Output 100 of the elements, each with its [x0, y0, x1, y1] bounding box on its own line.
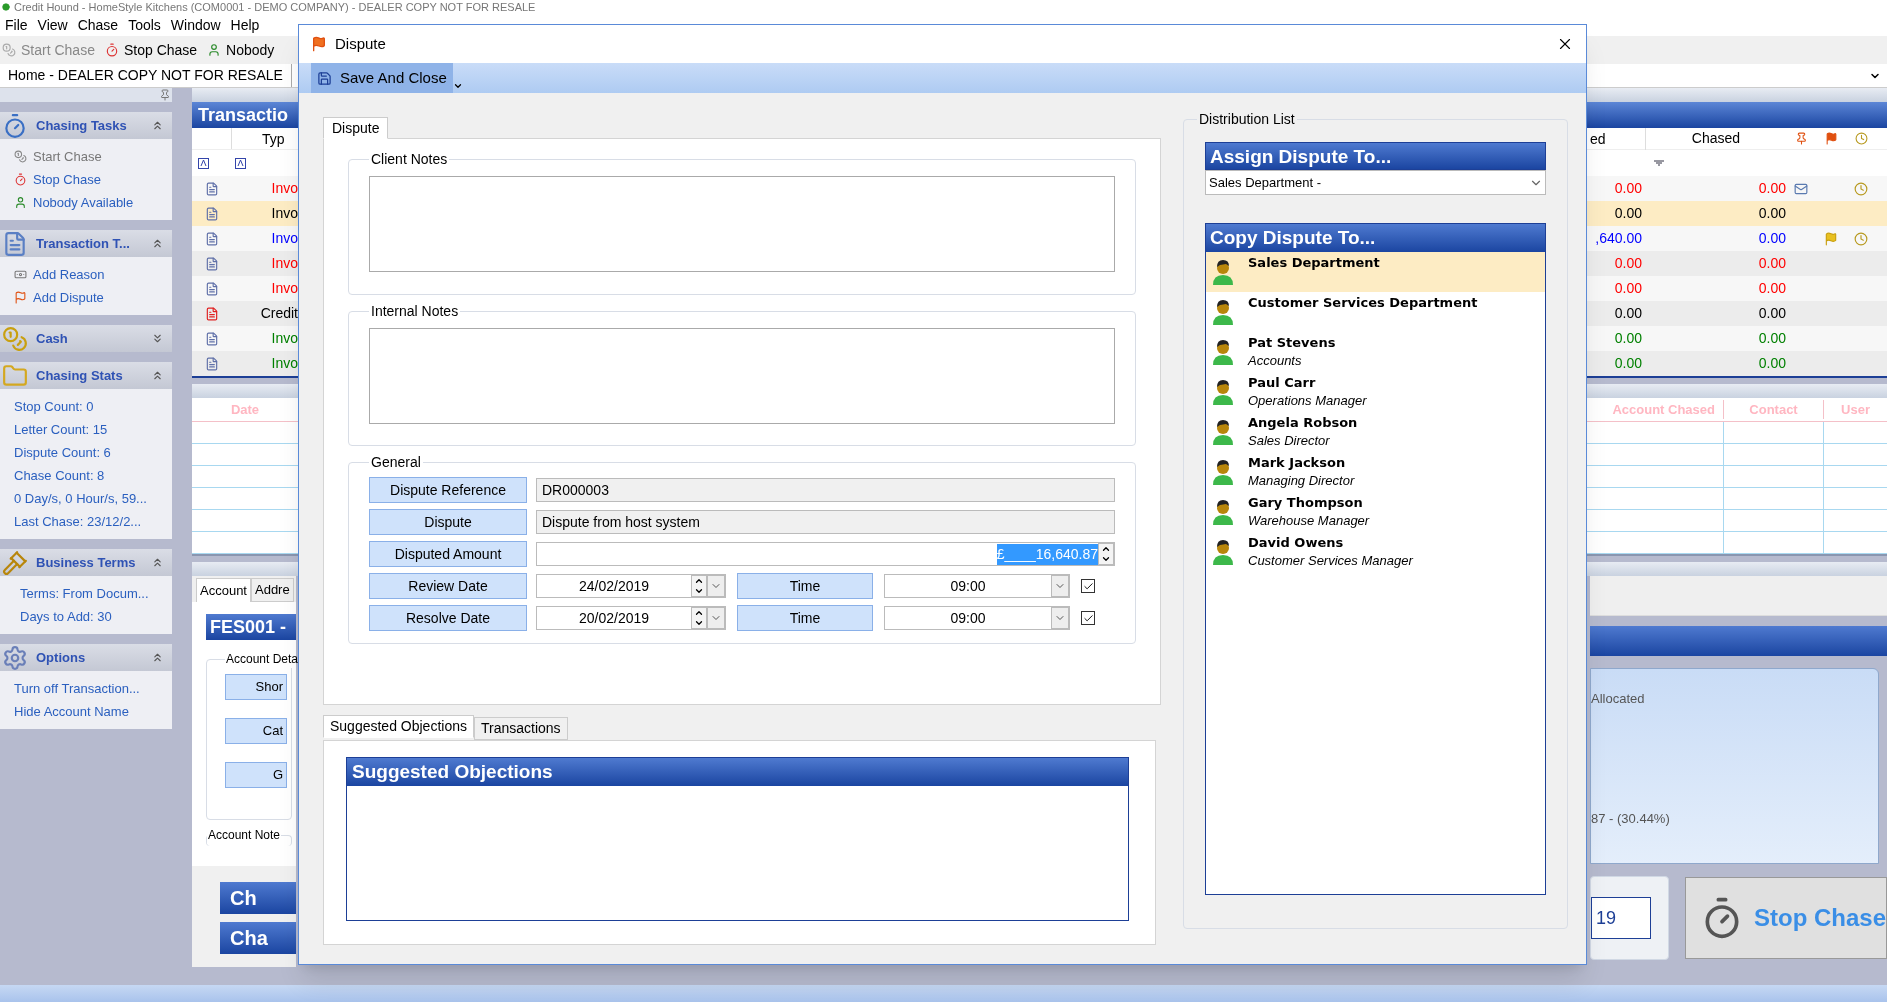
list-title: Suggested Objections: [347, 758, 1128, 786]
text-field[interactable]: DR000003: [536, 478, 1115, 502]
spin-button[interactable]: [1098, 543, 1114, 565]
person-role: Operations Manager: [1248, 392, 1367, 410]
table-cell-text: 0.00: [1613, 279, 1642, 298]
table-cell-text: Credit: [259, 304, 298, 323]
text-field[interactable]: Dispute from host system: [536, 510, 1115, 534]
checkbox[interactable]: [1081, 611, 1095, 625]
document-tab[interactable]: Home - DEALER COPY NOT FOR RESALE: [0, 64, 292, 87]
sidebar-link[interactable]: Turn off Transaction...: [14, 678, 140, 699]
field-label: Time: [737, 605, 873, 631]
field-label: G: [225, 762, 287, 788]
collapse-icon: [151, 556, 164, 569]
menu-item[interactable]: Tools: [123, 14, 166, 36]
sidebar-link[interactable]: Nobody Available: [33, 192, 134, 213]
menu-item[interactable]: Help: [225, 14, 265, 36]
flag-icon: [14, 291, 27, 304]
table-cell-text: Invo: [270, 254, 298, 273]
sidebar-link[interactable]: Add Reason: [33, 264, 105, 285]
sidebar-link[interactable]: Days to Add: 30: [20, 606, 112, 627]
save-and-close-button[interactable]: Save And Close: [311, 63, 453, 93]
sidebar-link[interactable]: Stop Chase: [33, 169, 101, 190]
person-name: Gary Thompson: [1248, 494, 1364, 511]
list-item[interactable]: Sales Department: [1206, 252, 1545, 292]
gavel-icon: [2, 549, 28, 576]
tab[interactable]: Dispute: [323, 117, 389, 139]
sidebar-section-header[interactable]: Options: [0, 644, 172, 671]
spin-button[interactable]: [691, 607, 707, 629]
spin-button[interactable]: [691, 575, 707, 597]
menu-item[interactable]: File: [0, 14, 33, 36]
table-cell-text: 0.00: [1757, 279, 1786, 298]
arrow-up-icon: [694, 608, 704, 618]
tab[interactable]: Suggested Objections: [323, 715, 474, 738]
sidebar-section-header[interactable]: Transaction T...: [0, 230, 172, 257]
field-label: Shor: [225, 674, 287, 700]
menu-item[interactable]: View: [32, 14, 73, 36]
date-field[interactable]: 20/02/2019: [536, 606, 726, 630]
sidebar-link[interactable]: Add Dispute: [33, 287, 104, 308]
flag-icon: [311, 36, 327, 52]
sidebar-link[interactable]: Hide Account Name: [14, 701, 129, 722]
group-title: Account Deta: [225, 651, 300, 668]
caret-icon[interactable]: [452, 81, 463, 91]
table-cell-text: 0.00: [1757, 204, 1786, 223]
table-cell-text: Invo: [270, 329, 298, 348]
sidebar-link[interactable]: Dispute Count: 6: [14, 442, 111, 463]
notes-field[interactable]: [369, 176, 1115, 272]
person-role: Sales Director: [1248, 432, 1331, 450]
table-cell-text: 0.00: [1757, 229, 1786, 248]
person-name: Paul Carr: [1248, 374, 1317, 391]
table-cell-text: 0.00: [1613, 329, 1642, 348]
person-name: Mark Jackson: [1248, 454, 1347, 471]
flag-icon: [1824, 132, 1838, 145]
time-field[interactable]: 09:00: [884, 574, 1070, 598]
document-icon: [205, 181, 219, 196]
pin-icon[interactable]: [159, 89, 171, 101]
sidebar-section-header[interactable]: Chasing Tasks: [0, 112, 172, 139]
sidebar-link[interactable]: Terms: From Docum...: [20, 583, 149, 604]
sidebar-link[interactable]: Stop Count: 0: [14, 396, 94, 417]
person-role: Warehouse Manager: [1248, 512, 1370, 530]
assign-dropdown[interactable]: Sales Department -: [1205, 170, 1546, 195]
table-cell-text: 0.00: [1757, 304, 1786, 323]
checkbox[interactable]: [1081, 579, 1095, 593]
filter-icon[interactable]: [198, 157, 209, 169]
tab[interactable]: Addre: [251, 578, 294, 602]
column-header[interactable]: Chased: [1646, 128, 1786, 149]
summary-value: 87 - (30.44%): [1591, 809, 1671, 828]
table-cell-text: 0.00: [1613, 179, 1642, 198]
date-field[interactable]: 24/02/2019: [536, 574, 726, 598]
sidebar-section-header[interactable]: Cash: [0, 325, 172, 352]
field-label: Resolve Date: [369, 605, 527, 631]
menu-item[interactable]: Chase: [72, 14, 124, 36]
date-field[interactable]: 19: [1591, 897, 1651, 939]
collapse-icon: [151, 119, 164, 132]
document-icon: [205, 281, 219, 296]
sidebar-link[interactable]: Last Chase: 23/12/2...: [14, 511, 142, 532]
sidebar-link[interactable]: Letter Count: 15: [14, 419, 108, 440]
column-header[interactable]: ed: [1590, 127, 1646, 150]
time-field[interactable]: 09:00: [884, 606, 1070, 630]
notes-field[interactable]: [369, 327, 1115, 424]
column-header[interactable]: Typ: [232, 128, 285, 149]
sidebar-link[interactable]: 0 Day/s, 0 Hour/s, 59...: [14, 488, 147, 509]
clock-icon: [1854, 132, 1868, 145]
sidebar-section-header[interactable]: Chasing Stats: [0, 362, 172, 389]
sidebar-section-header[interactable]: Business Terms: [0, 549, 172, 576]
table-cell-text: 0.00: [1613, 304, 1642, 323]
toolbar-button[interactable]: Stop Chase: [104, 39, 198, 61]
person-role: Customer Services Manager: [1248, 552, 1413, 570]
menu-item[interactable]: Window: [165, 14, 226, 36]
stopwatch-icon: [2, 112, 28, 139]
tab[interactable]: Transactions: [474, 717, 568, 740]
tab[interactable]: Account: [196, 578, 251, 602]
person-icon: [14, 196, 27, 209]
action-button[interactable]: Ch: [220, 882, 296, 914]
action-button[interactable]: Cha: [220, 922, 296, 954]
banknote-icon: [14, 268, 27, 281]
collapse-icon: [151, 369, 164, 382]
field-label: Review Date: [369, 573, 527, 599]
toolbar-button[interactable]: Nobody: [207, 39, 275, 61]
sidebar-link[interactable]: Chase Count: 8: [14, 465, 105, 486]
filter-icon[interactable]: [235, 157, 246, 169]
